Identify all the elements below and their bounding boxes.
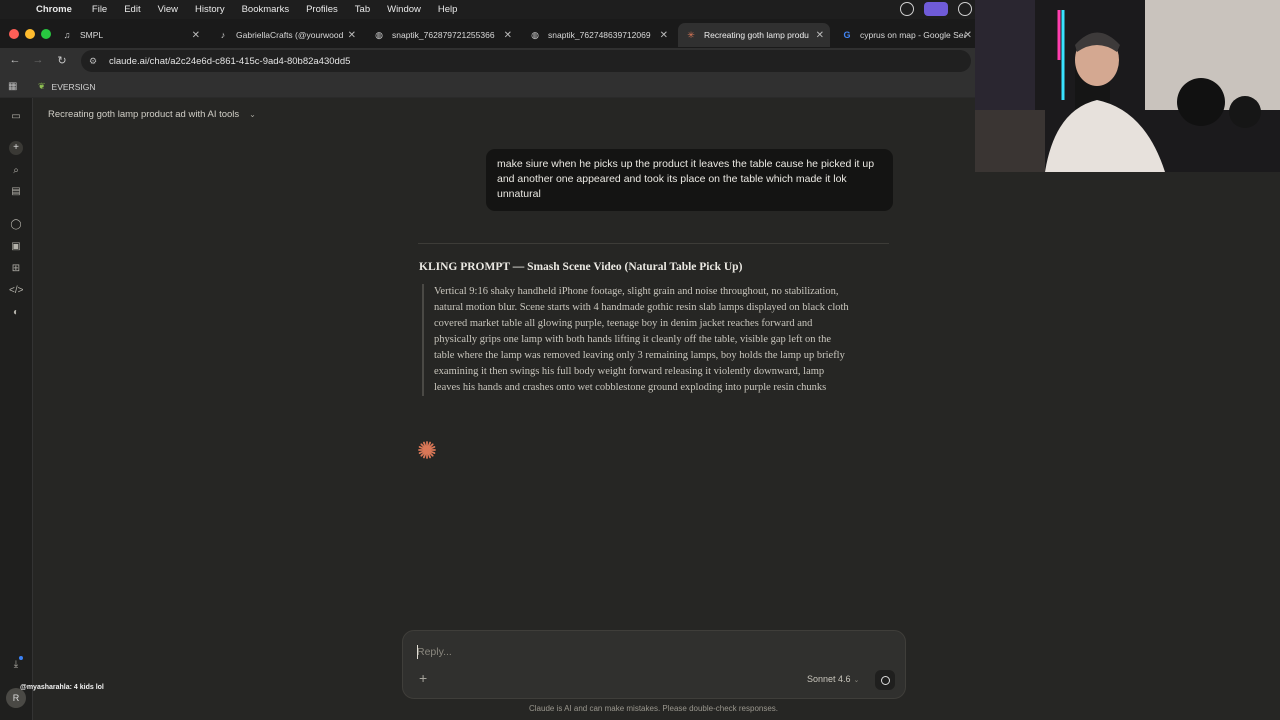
minimize-window-button[interactable]: [25, 29, 35, 39]
download-icon[interactable]: ⤓: [9, 658, 23, 672]
menu-app-name[interactable]: Chrome: [36, 4, 72, 15]
claude-spark-icon: [418, 441, 436, 459]
tab-smpl[interactable]: ♫ SMPL ✕: [54, 23, 206, 47]
back-icon[interactable]: ←: [8, 54, 22, 66]
projects-icon[interactable]: ▣: [9, 240, 23, 254]
forward-icon[interactable]: →: [31, 54, 45, 66]
close-tab-icon[interactable]: ✕: [660, 30, 668, 41]
status-app-icon[interactable]: [924, 2, 948, 16]
reply-composer[interactable]: Reply... + Sonnet 4.6 ⌄: [402, 630, 906, 699]
bookmark-eversign[interactable]: ❦ EVERSIGN: [38, 81, 95, 92]
google-icon: G: [843, 30, 851, 40]
tab-snaptik-1[interactable]: ◍ snaptik_762879721255366 ✕: [366, 23, 518, 47]
reload-icon[interactable]: ↻: [55, 54, 69, 67]
tab-gabriellacrafts[interactable]: ♪ GabriellaCrafts (@yourwood ✕: [210, 23, 362, 47]
new-chat-icon[interactable]: +: [9, 141, 23, 155]
download-indicator: [19, 656, 23, 660]
chat-bubble-icon[interactable]: ◯: [9, 218, 23, 232]
webcam-overlay: [975, 0, 1280, 172]
chat-title-button[interactable]: Recreating goth lamp product ad with AI …: [48, 109, 256, 120]
tiktok-icon: ♪: [220, 30, 226, 40]
tab-snaptik-2[interactable]: ◍ snaptik_762748639712069 ✕: [522, 23, 674, 47]
tab-title: cyprus on map - Google Sea: [860, 30, 966, 40]
menu-profiles[interactable]: Profiles: [306, 4, 338, 15]
chat-title: Recreating goth lamp product ad with AI …: [48, 109, 240, 120]
divider: [418, 243, 889, 244]
tab-cyprus-google[interactable]: G cyprus on map - Google Sea ✕: [834, 23, 978, 47]
music-note-icon: ♫: [63, 30, 71, 40]
sidebar: ▭ + ⌕ ▤ ◯ ▣ ⊞ </> ◐ ⤓ R: [0, 98, 33, 720]
tab-title: GabriellaCrafts (@yourwood: [236, 30, 344, 40]
menu-help[interactable]: Help: [438, 4, 458, 15]
tab-title: Recreating goth lamp produ: [704, 30, 809, 40]
response-heading: KLING PROMPT — Smash Scene Video (Natura…: [419, 261, 743, 273]
menu-view[interactable]: View: [158, 4, 178, 15]
close-tab-icon[interactable]: ✕: [504, 30, 512, 41]
tab-title: snaptik_762879721255366: [392, 30, 495, 40]
zoom-window-button[interactable]: [41, 29, 51, 39]
chevron-down-icon: ⌄: [853, 677, 860, 684]
close-tab-icon[interactable]: ✕: [192, 30, 200, 41]
tab-title: snaptik_762748639712069: [548, 30, 651, 40]
reply-input[interactable]: Reply...: [417, 646, 452, 658]
menu-bookmarks[interactable]: Bookmarks: [242, 4, 290, 15]
artifacts-icon[interactable]: ⊞: [9, 262, 23, 276]
apps-grid-icon[interactable]: ▦: [8, 81, 17, 92]
response-blockquote: Vertical 9:16 shaky handheld iPhone foot…: [422, 284, 852, 396]
globe-icon: ◍: [375, 29, 383, 40]
text-caret: [417, 645, 418, 659]
close-tab-icon[interactable]: ✕: [348, 30, 356, 41]
close-tab-icon[interactable]: ✕: [816, 30, 824, 41]
bookmark-label: EVERSIGN: [51, 81, 96, 92]
menu-window[interactable]: Window: [387, 4, 421, 15]
status-circle-icon[interactable]: [900, 2, 914, 16]
claude-icon: ✳: [687, 29, 695, 40]
window-controls: [9, 29, 51, 39]
claude-app: ▭ + ⌕ ▤ ◯ ▣ ⊞ </> ◐ ⤓ R Recreating goth …: [0, 98, 1280, 720]
add-attachment-icon[interactable]: +: [419, 670, 427, 686]
stream-chat-overlay: @myasharahla: 4 kids lol: [20, 684, 104, 691]
menu-edit[interactable]: Edit: [124, 4, 140, 15]
url-text: claude.ai/chat/a2c24e6d-c861-415c-9ad4-8…: [109, 55, 351, 67]
chevron-down-icon: ⌄: [249, 110, 256, 119]
menu-tab[interactable]: Tab: [355, 4, 370, 15]
voice-icon: [880, 675, 890, 685]
palette-icon[interactable]: ◐: [9, 306, 23, 320]
user-message: make siure when he picks up the product …: [486, 149, 893, 211]
model-name: Sonnet 4.6: [807, 674, 851, 684]
address-bar[interactable]: ⚙ claude.ai/chat/a2c24e6d-c861-415c-9ad4…: [81, 50, 971, 72]
menu-file[interactable]: File: [92, 4, 107, 15]
globe-icon: ◍: [531, 29, 539, 40]
disclaimer: Claude is AI and can make mistakes. Plea…: [528, 704, 779, 713]
model-selector[interactable]: Sonnet 4.6 ⌄: [807, 674, 859, 684]
menu-history[interactable]: History: [195, 4, 225, 15]
search-icon[interactable]: ⌕: [9, 164, 23, 178]
tab-recreating-goth-lamp[interactable]: ✳ Recreating goth lamp produ ✕: [678, 23, 830, 47]
close-window-button[interactable]: [9, 29, 19, 39]
close-tab-icon[interactable]: ✕: [964, 30, 972, 41]
briefcase-icon[interactable]: ▤: [9, 185, 23, 199]
camera-icon[interactable]: [958, 2, 972, 16]
menu-status-icons: [900, 2, 972, 16]
leaf-icon: ❦: [38, 81, 46, 91]
voice-mode-button[interactable]: [875, 670, 895, 690]
tab-title: SMPL: [80, 30, 104, 40]
site-settings-icon[interactable]: ⚙: [87, 56, 99, 67]
sidebar-toggle-icon[interactable]: ▭: [9, 110, 23, 124]
code-icon[interactable]: </>: [9, 284, 23, 298]
